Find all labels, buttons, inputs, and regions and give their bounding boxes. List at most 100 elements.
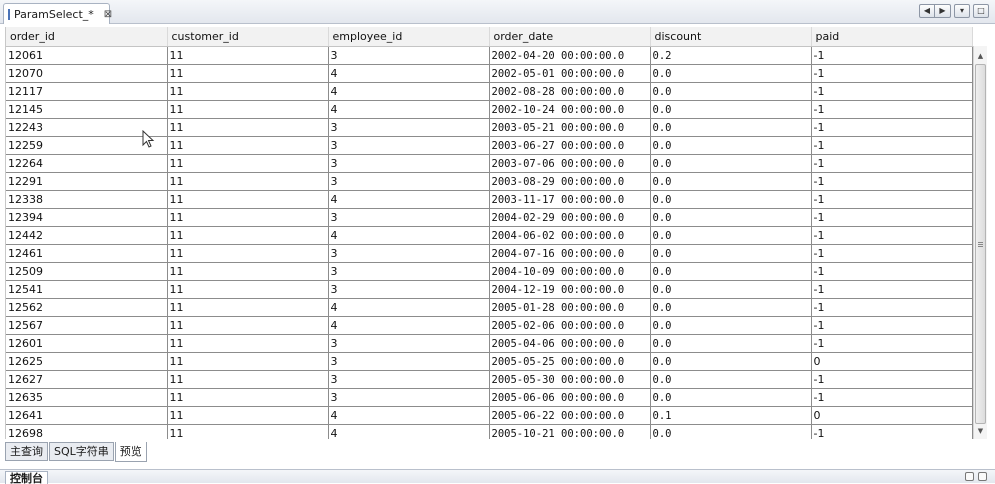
table-cell[interactable]: 11 xyxy=(167,118,329,137)
table-cell[interactable]: 2004-07-16 00:00:00.0 xyxy=(489,244,651,263)
table-cell[interactable]: 0.0 xyxy=(650,226,812,245)
table-cell[interactable]: 0.0 xyxy=(650,172,812,191)
table-cell[interactable]: 12601 xyxy=(6,334,168,353)
table-cell[interactable]: 0.0 xyxy=(650,298,812,317)
table-cell[interactable]: 12562 xyxy=(6,298,168,317)
table-cell[interactable]: 4 xyxy=(328,406,490,425)
table-cell[interactable]: 0.0 xyxy=(650,388,812,407)
table-cell[interactable]: -1 xyxy=(811,280,973,299)
table-cell[interactable]: 2005-06-22 00:00:00.0 xyxy=(489,406,651,425)
column-header-discount[interactable]: discount xyxy=(650,27,812,47)
column-header-order-id[interactable]: order_id xyxy=(6,27,168,47)
vertical-scrollbar[interactable]: ▲ ▼ xyxy=(973,46,987,439)
table-cell[interactable]: 2003-11-17 00:00:00.0 xyxy=(489,190,651,209)
table-cell[interactable]: 0.0 xyxy=(650,280,812,299)
table-cell[interactable]: 4 xyxy=(328,82,490,101)
table-cell[interactable]: 2005-06-06 00:00:00.0 xyxy=(489,388,651,407)
table-cell[interactable]: 3 xyxy=(328,262,490,281)
table-cell[interactable]: 3 xyxy=(328,352,490,371)
table-cell[interactable]: -1 xyxy=(811,172,973,191)
table-cell[interactable]: 0.0 xyxy=(650,64,812,83)
table-cell[interactable]: 2002-05-01 00:00:00.0 xyxy=(489,64,651,83)
table-cell[interactable]: 11 xyxy=(167,136,329,155)
table-cell[interactable]: 11 xyxy=(167,226,329,245)
table-cell[interactable]: -1 xyxy=(811,208,973,227)
table-cell[interactable]: 12442 xyxy=(6,226,168,245)
close-icon[interactable]: ⊠ xyxy=(104,9,112,20)
table-cell[interactable]: 12635 xyxy=(6,388,168,407)
table-cell[interactable]: 2002-04-20 00:00:00.0 xyxy=(489,46,651,65)
tab-list-menu-button[interactable]: ▾ xyxy=(954,4,970,18)
table-cell[interactable]: 2003-05-21 00:00:00.0 xyxy=(489,118,651,137)
next-tab-button[interactable]: ▶ xyxy=(935,4,951,18)
table-cell[interactable]: 3 xyxy=(328,208,490,227)
table-cell[interactable]: -1 xyxy=(811,298,973,317)
table-cell[interactable]: 0.0 xyxy=(650,334,812,353)
table-cell[interactable]: 2004-02-29 00:00:00.0 xyxy=(489,208,651,227)
table-cell[interactable]: 4 xyxy=(328,424,490,439)
table-cell[interactable]: 0.0 xyxy=(650,208,812,227)
table-cell[interactable]: 3 xyxy=(328,172,490,191)
tab-main-query[interactable]: 主查询 xyxy=(5,442,48,461)
table-cell[interactable]: 4 xyxy=(328,64,490,83)
table-cell[interactable]: -1 xyxy=(811,190,973,209)
table-cell[interactable]: 2005-10-21 00:00:00.0 xyxy=(489,424,651,439)
table-cell[interactable]: 2003-08-29 00:00:00.0 xyxy=(489,172,651,191)
table-cell[interactable]: 12641 xyxy=(6,406,168,425)
table-cell[interactable]: 0.0 xyxy=(650,190,812,209)
table-cell[interactable]: 4 xyxy=(328,190,490,209)
table-cell[interactable]: 3 xyxy=(328,334,490,353)
table-cell[interactable]: -1 xyxy=(811,46,973,65)
minimize-icon[interactable] xyxy=(965,472,974,481)
maximize-icon[interactable] xyxy=(978,472,987,481)
table-cell[interactable]: 3 xyxy=(328,46,490,65)
table-cell[interactable]: 0.0 xyxy=(650,424,812,439)
table-row[interactable]: 12145 11 4 2002-10-24 00:00:00.0 0.0 -1 xyxy=(6,100,973,119)
table-cell[interactable]: 11 xyxy=(167,352,329,371)
table-cell[interactable]: 12061 xyxy=(6,46,168,65)
table-row[interactable]: 12625 11 3 2005-05-25 00:00:00.0 0.0 0 xyxy=(6,352,973,371)
table-cell[interactable]: 2005-05-25 00:00:00.0 xyxy=(489,352,651,371)
table-cell[interactable]: 11 xyxy=(167,406,329,425)
console-tab[interactable]: 控制台 xyxy=(5,471,48,484)
table-cell[interactable]: -1 xyxy=(811,244,973,263)
table-cell[interactable]: -1 xyxy=(811,370,973,389)
table-cell[interactable]: 12338 xyxy=(6,190,168,209)
table-cell[interactable]: -1 xyxy=(811,118,973,137)
table-cell[interactable]: 2003-06-27 00:00:00.0 xyxy=(489,136,651,155)
table-cell[interactable]: 0.0 xyxy=(650,154,812,173)
table-cell[interactable]: 3 xyxy=(328,280,490,299)
table-cell[interactable]: 11 xyxy=(167,82,329,101)
column-header-customer-id[interactable]: customer_id xyxy=(167,27,329,47)
table-cell[interactable]: 12541 xyxy=(6,280,168,299)
table-row[interactable]: 12541 11 3 2004-12-19 00:00:00.0 0.0 -1 xyxy=(6,280,973,299)
table-cell[interactable]: 12070 xyxy=(6,64,168,83)
table-cell[interactable]: 12461 xyxy=(6,244,168,263)
table-cell[interactable]: 4 xyxy=(328,316,490,335)
table-row[interactable]: 12567 11 4 2005-02-06 00:00:00.0 0.0 -1 xyxy=(6,316,973,335)
table-cell[interactable]: 11 xyxy=(167,424,329,439)
table-cell[interactable]: 11 xyxy=(167,316,329,335)
table-cell[interactable]: 0.2 xyxy=(650,46,812,65)
table-cell[interactable]: 2005-04-06 00:00:00.0 xyxy=(489,334,651,353)
table-row[interactable]: 12509 11 3 2004-10-09 00:00:00.0 0.0 -1 xyxy=(6,262,973,281)
table-cell[interactable]: 3 xyxy=(328,244,490,263)
table-cell[interactable]: 2005-01-28 00:00:00.0 xyxy=(489,298,651,317)
table-cell[interactable]: 0.0 xyxy=(650,244,812,263)
table-cell[interactable]: 4 xyxy=(328,100,490,119)
table-cell[interactable]: 0.1 xyxy=(650,406,812,425)
table-row[interactable]: 12601 11 3 2005-04-06 00:00:00.0 0.0 -1 xyxy=(6,334,973,353)
table-row[interactable]: 12070 11 4 2002-05-01 00:00:00.0 0.0 -1 xyxy=(6,64,973,83)
table-cell[interactable]: 12625 xyxy=(6,352,168,371)
table-cell[interactable]: -1 xyxy=(811,100,973,119)
table-cell[interactable]: -1 xyxy=(811,334,973,353)
table-cell[interactable]: 11 xyxy=(167,388,329,407)
table-cell[interactable]: 11 xyxy=(167,172,329,191)
table-cell[interactable]: -1 xyxy=(811,82,973,101)
table-cell[interactable]: -1 xyxy=(811,64,973,83)
table-cell[interactable]: 11 xyxy=(167,154,329,173)
column-header-paid[interactable]: paid xyxy=(811,27,973,47)
table-row[interactable]: 12698 11 4 2005-10-21 00:00:00.0 0.0 -1 xyxy=(6,424,973,439)
table-cell[interactable]: 3 xyxy=(328,370,490,389)
maximize-button[interactable]: □ xyxy=(973,4,989,18)
